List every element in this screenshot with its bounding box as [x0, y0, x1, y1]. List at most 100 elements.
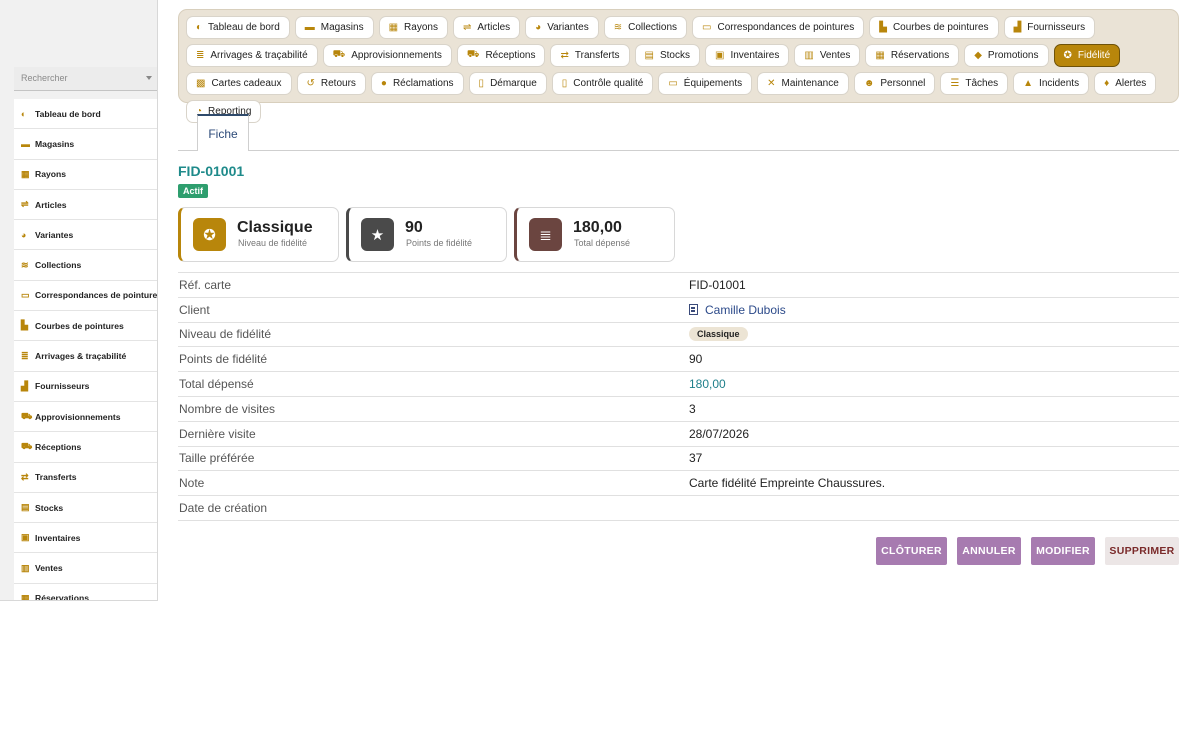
monitor-icon: ▭	[668, 78, 678, 89]
nav-chip[interactable]: ▟ Fournisseurs	[1003, 16, 1096, 39]
comment-icon: ●	[380, 78, 387, 89]
sidebar-item[interactable]: ◐ Tableau de bord	[14, 99, 157, 130]
gauge-icon: ◐	[196, 22, 203, 33]
sidebar-item-label: Courbes de pointures	[35, 320, 124, 331]
sidebar-item[interactable]: ⛟ Approvisionnements	[14, 402, 157, 433]
nav-chip-label: Promotions	[987, 50, 1039, 61]
nav-chip[interactable]: ▙ Courbes de pointures	[869, 16, 999, 39]
nav-chip-label: Démarque	[490, 78, 537, 89]
edit-button[interactable]: MODIFIER	[1031, 537, 1095, 565]
sidebar-item[interactable]: ≣ Arrivages & traçabilité	[14, 341, 157, 372]
sidebar-item[interactable]: ▟ Fournisseurs	[14, 372, 157, 402]
nav-chip[interactable]: ▯ Contrôle qualité	[551, 72, 654, 95]
nav-chip-label: Équipements	[683, 78, 743, 89]
users-icon: ☻	[863, 78, 875, 89]
nav-chip-label: Approvisionnements	[351, 50, 442, 61]
nav-chip[interactable]: ♦ Alertes	[1094, 72, 1157, 95]
chevron-down-icon[interactable]	[146, 76, 152, 80]
cash-register-icon: ▥	[21, 562, 30, 573]
nav-chip[interactable]: ▲ Incidents	[1013, 72, 1090, 95]
nav-chip[interactable]: ● Réclamations	[370, 72, 464, 95]
sidebar-item-label: Articles	[35, 199, 67, 210]
nav-chip[interactable]: ◕ Variantes	[525, 16, 599, 39]
nav-chip[interactable]: ▭ Correspondances de pointures	[692, 16, 865, 39]
nav-chip[interactable]: ⛟ Approvisionnements	[322, 44, 452, 67]
delete-button[interactable]: SUPPRIMER	[1105, 537, 1179, 565]
nav-chip[interactable]: ⇌ Articles	[452, 16, 521, 39]
tab-fiche[interactable]: Fiche	[197, 114, 249, 151]
nav-chip[interactable]: ⛟ Réceptions	[456, 44, 546, 67]
nav-chip-label: Articles	[477, 22, 511, 33]
sidebar-item[interactable]: ⛟ Réceptions	[14, 432, 157, 463]
sidebar: ◐ Tableau de bord ▬ Magasins ▦ Rayons ⇌ Article…	[0, 0, 158, 601]
nav-chip[interactable]: ▣ Inventaires	[704, 44, 790, 67]
field-value: 28/07/2026	[689, 426, 750, 441]
nav-chip[interactable]: ◐ Tableau de bord	[186, 16, 290, 39]
nav-chip[interactable]: ▩ Cartes cadeaux	[186, 72, 292, 95]
tab-bar: Fiche	[178, 114, 1179, 151]
nav-chip[interactable]: ≣ Arrivages & traçabilité	[186, 44, 318, 67]
cart-icon: ⛟	[21, 410, 33, 421]
nav-chip[interactable]: ▥ Ventes	[794, 44, 861, 67]
sidebar-item[interactable]: ⇌ Articles	[14, 190, 157, 221]
cancel-button[interactable]: ANNULER	[957, 537, 1021, 565]
nav-chip[interactable]: ▬ Magasins	[294, 16, 374, 39]
clipboard-icon: ▣	[714, 50, 725, 61]
detail-row: Niveau de fidélité Classique	[178, 323, 1179, 348]
nav-chip[interactable]: ▤ Stocks	[634, 44, 700, 67]
swap-icon: ⇄	[21, 471, 29, 482]
sidebar-item-label: Réservations	[35, 593, 89, 601]
field-value: 90	[689, 352, 703, 367]
sidebar-item[interactable]: ▦ Rayons	[14, 160, 157, 190]
client-link[interactable]: Camille Dubois	[689, 303, 786, 317]
nav-chip[interactable]: ☰ Tâches	[940, 72, 1009, 95]
bell-icon: ♦	[1104, 78, 1110, 89]
box-icon: ▤	[21, 502, 30, 512]
nav-chip[interactable]: ▭ Équipements	[658, 72, 753, 95]
nav-chip[interactable]: ☻ Personnel	[853, 72, 936, 95]
sidebar-item[interactable]: ▣ Inventaires	[14, 523, 157, 554]
tag-icon: ⇌	[462, 22, 472, 33]
sidebar-item[interactable]: ▬ Magasins	[14, 129, 157, 160]
nav-chip[interactable]: ▦ Réservations	[865, 44, 960, 67]
sidebar-item-label: Collections	[35, 260, 82, 271]
contact-card-icon	[689, 304, 698, 316]
factory-icon: ▟	[1013, 22, 1022, 33]
sidebar-item[interactable]: ≋ Collections	[14, 250, 157, 281]
nav-chip-label: Tâches	[965, 78, 999, 89]
sidebar-search[interactable]	[14, 67, 157, 91]
sidebar-item[interactable]: ▥ Ventes	[14, 553, 157, 584]
nav-chip[interactable]: ⇄ Transferts	[550, 44, 630, 67]
award-icon: ✪	[193, 218, 226, 251]
sidebar-item[interactable]: ▤ Stocks	[14, 493, 157, 524]
client-name[interactable]: Camille Dubois	[705, 303, 786, 317]
sidebar-item[interactable]: ◕ Variantes	[14, 220, 157, 251]
tools-icon: ✕	[767, 78, 776, 89]
close-record-button[interactable]: CLÔTURER	[876, 537, 947, 565]
chart-icon: ▙	[21, 320, 28, 331]
sidebar-item[interactable]: ▦ Réservations	[14, 584, 157, 601]
field-label: Nombre de visites	[179, 401, 276, 416]
nav-chip[interactable]: ≋ Collections	[603, 16, 688, 39]
nav-chip[interactable]: ▦ Rayons	[378, 16, 448, 39]
search-input[interactable]	[14, 67, 134, 89]
sidebar-item[interactable]: ⇄ Transferts	[14, 463, 157, 493]
nav-chip[interactable]: ↺ Retours	[296, 72, 366, 95]
truck-icon: ⛟	[466, 49, 480, 60]
field-value: Classique	[689, 327, 748, 342]
sidebar-item[interactable]: ▙ Courbes de pointures	[14, 311, 157, 342]
award-icon: ✪	[1063, 50, 1072, 61]
sidebar-item-label: Fournisseurs	[35, 381, 90, 392]
nav-chip-label: Inventaires	[730, 50, 780, 61]
nav-chip[interactable]: ✕ Maintenance	[757, 72, 849, 95]
tags-icon: ◆	[974, 50, 982, 61]
nav-chip-label: Contrôle qualité	[573, 78, 644, 89]
nav-chip[interactable]: ◆ Promotions	[964, 44, 1049, 67]
nav-chip[interactable]: ▯ Démarque	[468, 72, 547, 95]
detail-row: Taille préférée 37	[178, 447, 1179, 472]
sidebar-item[interactable]: ▭ Correspondances de pointures	[14, 281, 157, 312]
cash-register-icon: ▥	[804, 50, 814, 61]
nav-chip[interactable]: ✪ Fidélité	[1053, 44, 1121, 67]
sidebar-item-label: Transferts	[35, 472, 77, 483]
detail-row: Points de fidélité 90	[178, 347, 1179, 373]
